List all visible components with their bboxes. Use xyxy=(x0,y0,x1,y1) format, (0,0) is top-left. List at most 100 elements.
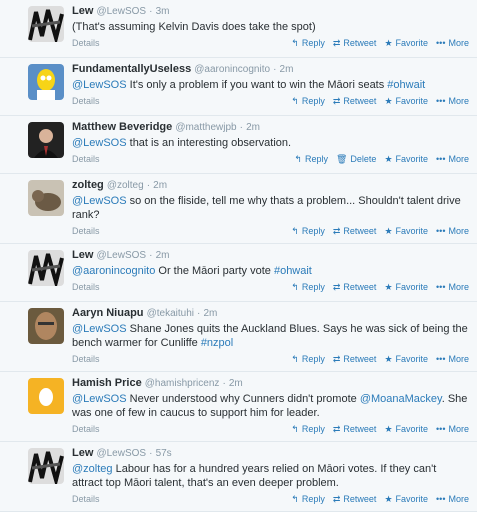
more-button[interactable]: ••• More xyxy=(436,352,469,366)
favorite-button[interactable]: ★ Favorite xyxy=(384,352,428,366)
tweet-link[interactable]: @aaronincognito xyxy=(72,265,155,277)
favorite-button[interactable]: ★ Favorite xyxy=(384,152,428,166)
retweet-button[interactable]: ⇄ Retweet xyxy=(333,224,377,238)
user-fullname[interactable]: Lew xyxy=(72,5,93,17)
retweet-button[interactable]: ⇄ Retweet xyxy=(333,492,377,506)
user-fullname[interactable]: Lew xyxy=(72,447,93,459)
user-fullname[interactable]: Hamish Price xyxy=(72,377,142,389)
details-link[interactable]: Details xyxy=(72,422,100,436)
tweet-text: (That's assuming Kelvin Davis does take … xyxy=(72,20,469,34)
reply-icon: ↰ xyxy=(291,424,299,434)
tweet-item[interactable]: Aaryn Niuapu @tekaituhi · 2m @LewSOS Sha… xyxy=(0,302,477,372)
tweet-timestamp[interactable]: 2m xyxy=(156,250,170,261)
avatar[interactable] xyxy=(28,6,64,42)
details-link[interactable]: Details xyxy=(72,280,100,294)
user-fullname[interactable]: zolteg xyxy=(72,179,104,191)
tweet-timestamp[interactable]: 3m xyxy=(156,6,170,17)
tweet-link[interactable]: #ohwait xyxy=(387,79,425,91)
user-fullname[interactable]: Aaryn Niuapu xyxy=(72,307,144,319)
tweet-link[interactable]: @LewSOS xyxy=(72,79,127,91)
reply-button[interactable]: ↰ Reply xyxy=(291,352,325,366)
tweet-timestamp[interactable]: 2m xyxy=(203,308,217,319)
tweet-footer: Details ↰ Reply ⇄ Retweet ★ Favorite ••• More xyxy=(72,422,469,436)
tweet-timestamp[interactable]: 57s xyxy=(156,448,172,459)
more-icon: ••• xyxy=(436,226,446,236)
tweet-link[interactable]: @LewSOS xyxy=(72,137,127,149)
more-button[interactable]: ••• More xyxy=(436,492,469,506)
reply-button[interactable]: ↰ Reply xyxy=(291,492,325,506)
details-link[interactable]: Details xyxy=(72,152,100,166)
more-icon: ••• xyxy=(436,154,446,164)
user-fullname[interactable]: Lew xyxy=(72,249,93,261)
user-handle[interactable]: @LewSOS xyxy=(96,6,146,17)
user-handle[interactable]: @LewSOS xyxy=(96,250,146,261)
reply-button[interactable]: ↰ Reply xyxy=(291,280,325,294)
favorite-button[interactable]: ★ Favorite xyxy=(384,94,428,108)
tweet-link[interactable]: #ohwait xyxy=(274,265,312,277)
tweet-timestamp[interactable]: 2m xyxy=(246,122,260,133)
reply-button[interactable]: ↰ Reply xyxy=(294,152,328,166)
retweet-button[interactable]: ⇄ Retweet xyxy=(333,94,377,108)
tweet-text-segment: Never understood why Cunners didn't prom… xyxy=(126,393,360,405)
tweet-link[interactable]: @LewSOS xyxy=(72,393,127,405)
details-link[interactable]: Details xyxy=(72,352,100,366)
user-fullname[interactable]: FundamentallyUseless xyxy=(72,63,191,75)
tweet-stream: Lew @LewSOS · 3m (That's assuming Kelvin… xyxy=(0,0,477,512)
user-handle[interactable]: @aaronincognito xyxy=(194,64,270,75)
tweet-link[interactable]: @zolteg xyxy=(72,463,113,475)
tweet-timestamp[interactable]: 2m xyxy=(280,64,294,75)
more-button[interactable]: ••• More xyxy=(436,224,469,238)
tweet-link[interactable]: #nzpol xyxy=(201,337,233,349)
user-fullname[interactable]: Matthew Beveridge xyxy=(72,121,172,133)
favorite-button[interactable]: ★ Favorite xyxy=(384,36,428,50)
user-handle[interactable]: @matthewjpb xyxy=(175,122,236,133)
avatar[interactable] xyxy=(28,378,64,414)
tweet-item[interactable]: Lew @LewSOS · 2m @aaronincognito Or the … xyxy=(0,244,477,302)
delete-button[interactable]: 🗑 Delete xyxy=(336,152,376,166)
details-link[interactable]: Details xyxy=(72,36,100,50)
retweet-button[interactable]: ⇄ Retweet xyxy=(333,352,377,366)
more-icon: ••• xyxy=(436,38,446,48)
details-link[interactable]: Details xyxy=(72,224,100,238)
tweet-item[interactable]: Lew @LewSOS · 57s @zolteg Labour has for… xyxy=(0,442,477,512)
retweet-button[interactable]: ⇄ Retweet xyxy=(333,280,377,294)
avatar[interactable] xyxy=(28,64,64,100)
tweet-link[interactable]: @LewSOS xyxy=(72,323,127,335)
favorite-button[interactable]: ★ Favorite xyxy=(384,422,428,436)
avatar[interactable] xyxy=(28,180,64,216)
details-link[interactable]: Details xyxy=(72,94,100,108)
retweet-button[interactable]: ⇄ Retweet xyxy=(333,36,377,50)
favorite-button[interactable]: ★ Favorite xyxy=(384,224,428,238)
user-handle[interactable]: @tekaituhi xyxy=(147,308,194,319)
more-button[interactable]: ••• More xyxy=(436,152,469,166)
favorite-button[interactable]: ★ Favorite xyxy=(384,492,428,506)
reply-button[interactable]: ↰ Reply xyxy=(291,94,325,108)
reply-button[interactable]: ↰ Reply xyxy=(291,422,325,436)
reply-button[interactable]: ↰ Reply xyxy=(291,36,325,50)
tweet-item[interactable]: Matthew Beveridge @matthewjpb · 2m @LewS… xyxy=(0,116,477,174)
favorite-button[interactable]: ★ Favorite xyxy=(384,280,428,294)
retweet-button[interactable]: ⇄ Retweet xyxy=(333,422,377,436)
more-button[interactable]: ••• More xyxy=(436,280,469,294)
tweet-timestamp[interactable]: 2m xyxy=(229,378,243,389)
avatar[interactable] xyxy=(28,308,64,344)
tweet-item[interactable]: zolteg @zolteg · 2m @LewSOS so on the fl… xyxy=(0,174,477,244)
avatar[interactable] xyxy=(28,122,64,158)
more-button[interactable]: ••• More xyxy=(436,94,469,108)
more-button[interactable]: ••• More xyxy=(436,36,469,50)
user-handle[interactable]: @hamishpricenz xyxy=(145,378,220,389)
tweet-link[interactable]: @MoanaMackey xyxy=(360,393,442,405)
more-button[interactable]: ••• More xyxy=(436,422,469,436)
tweet-link[interactable]: @LewSOS xyxy=(72,195,127,207)
tweet-item[interactable]: Lew @LewSOS · 3m (That's assuming Kelvin… xyxy=(0,0,477,58)
tweet-actions: ↰ Reply 🗑 Delete ★ Favorite ••• More xyxy=(286,152,469,166)
avatar[interactable] xyxy=(28,448,64,484)
tweet-item[interactable]: FundamentallyUseless @aaronincognito · 2… xyxy=(0,58,477,116)
user-handle[interactable]: @LewSOS xyxy=(96,448,146,459)
avatar[interactable] xyxy=(28,250,64,286)
user-handle[interactable]: @zolteg xyxy=(107,180,144,191)
tweet-timestamp[interactable]: 2m xyxy=(153,180,167,191)
reply-button[interactable]: ↰ Reply xyxy=(291,224,325,238)
tweet-item[interactable]: Hamish Price @hamishpricenz · 2m @LewSOS… xyxy=(0,372,477,442)
details-link[interactable]: Details xyxy=(72,492,100,506)
